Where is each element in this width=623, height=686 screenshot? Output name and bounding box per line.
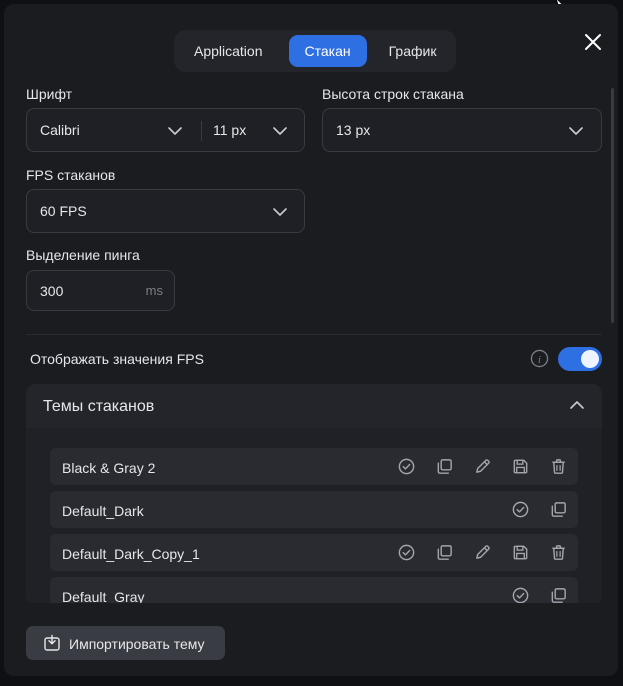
theme-item[interactable]: Default_Dark <box>50 491 578 528</box>
themes-header[interactable]: Темы стаканов <box>26 384 602 428</box>
theme-name: Black & Gray 2 <box>62 460 156 476</box>
settings-dialog: Application Стакан График Шрифт Calibri … <box>4 4 618 676</box>
themes-list: Black & Gray 2 Default_Dark Default_Dark… <box>50 448 578 606</box>
row-height-label: Высота строк стакана <box>322 86 464 102</box>
chevron-down-icon[interactable] <box>272 126 288 136</box>
save-icon[interactable] <box>511 457 530 476</box>
theme-name: Default_Dark <box>62 503 144 519</box>
theme-item[interactable]: Default_Dark_Copy_1 <box>50 534 578 571</box>
fps-select[interactable]: 60 FPS <box>26 189 305 233</box>
theme-item[interactable]: Default_Gray <box>50 577 578 606</box>
themes-panel-edge <box>26 603 602 606</box>
ping-label: Выделение пинга <box>26 247 140 263</box>
save-icon[interactable] <box>511 543 530 562</box>
duplicate-icon[interactable] <box>435 457 454 476</box>
divider <box>201 121 202 141</box>
apply-check-icon[interactable] <box>397 457 416 476</box>
theme-name: Default_Dark_Copy_1 <box>62 546 200 562</box>
duplicate-icon[interactable] <box>549 500 568 519</box>
fps-label: FPS стаканов <box>26 167 116 183</box>
edit-pencil-icon[interactable] <box>473 457 492 476</box>
apply-check-icon[interactable] <box>397 543 416 562</box>
delete-trash-icon[interactable] <box>549 457 568 476</box>
ping-unit: ms <box>145 283 163 298</box>
scrollbar[interactable] <box>611 88 614 323</box>
section-divider <box>26 334 602 335</box>
tab-glass[interactable]: Стакан <box>288 35 367 67</box>
chevron-down-icon[interactable] <box>167 126 183 136</box>
svg-text:i: i <box>538 355 541 366</box>
edit-pencil-icon[interactable] <box>473 543 492 562</box>
ping-value: 300 <box>40 282 64 299</box>
tab-bar: Application Стакан График <box>174 30 456 72</box>
row-height-value: 13 px <box>336 122 371 138</box>
toggle-knob <box>581 350 599 368</box>
font-size-select[interactable]: 11 px <box>213 122 246 138</box>
font-select-group: Calibri 11 px <box>26 108 305 152</box>
import-theme-button[interactable]: Импортировать тему <box>26 626 225 660</box>
tab-application[interactable]: Application <box>178 35 279 67</box>
import-icon <box>44 634 60 651</box>
info-icon[interactable]: i <box>530 349 549 368</box>
close-icon[interactable] <box>582 31 604 53</box>
themes-title: Темы стаканов <box>43 398 155 415</box>
font-family-select[interactable]: Calibri <box>40 122 80 138</box>
show-fps-label: Отображать значения FPS <box>30 351 204 367</box>
theme-item[interactable]: Black & Gray 2 <box>50 448 578 485</box>
show-fps-row: Отображать значения FPS i <box>30 347 602 371</box>
tab-chart[interactable]: График <box>373 35 453 67</box>
row-height-select[interactable]: 13 px <box>322 108 602 152</box>
chevron-up-icon[interactable] <box>569 400 585 410</box>
chevron-down-icon <box>568 126 584 136</box>
font-label: Шрифт <box>26 86 73 102</box>
show-fps-toggle[interactable] <box>558 347 602 371</box>
duplicate-icon[interactable] <box>435 543 454 562</box>
apply-check-icon[interactable] <box>511 500 530 519</box>
chevron-down-icon <box>272 207 288 217</box>
themes-panel: Темы стаканов Black & Gray 2 Default_Dar… <box>26 384 602 606</box>
import-theme-label: Импортировать тему <box>69 636 205 652</box>
ping-input[interactable]: 300 ms <box>26 270 175 311</box>
fps-value: 60 FPS <box>40 203 87 219</box>
delete-trash-icon[interactable] <box>549 543 568 562</box>
